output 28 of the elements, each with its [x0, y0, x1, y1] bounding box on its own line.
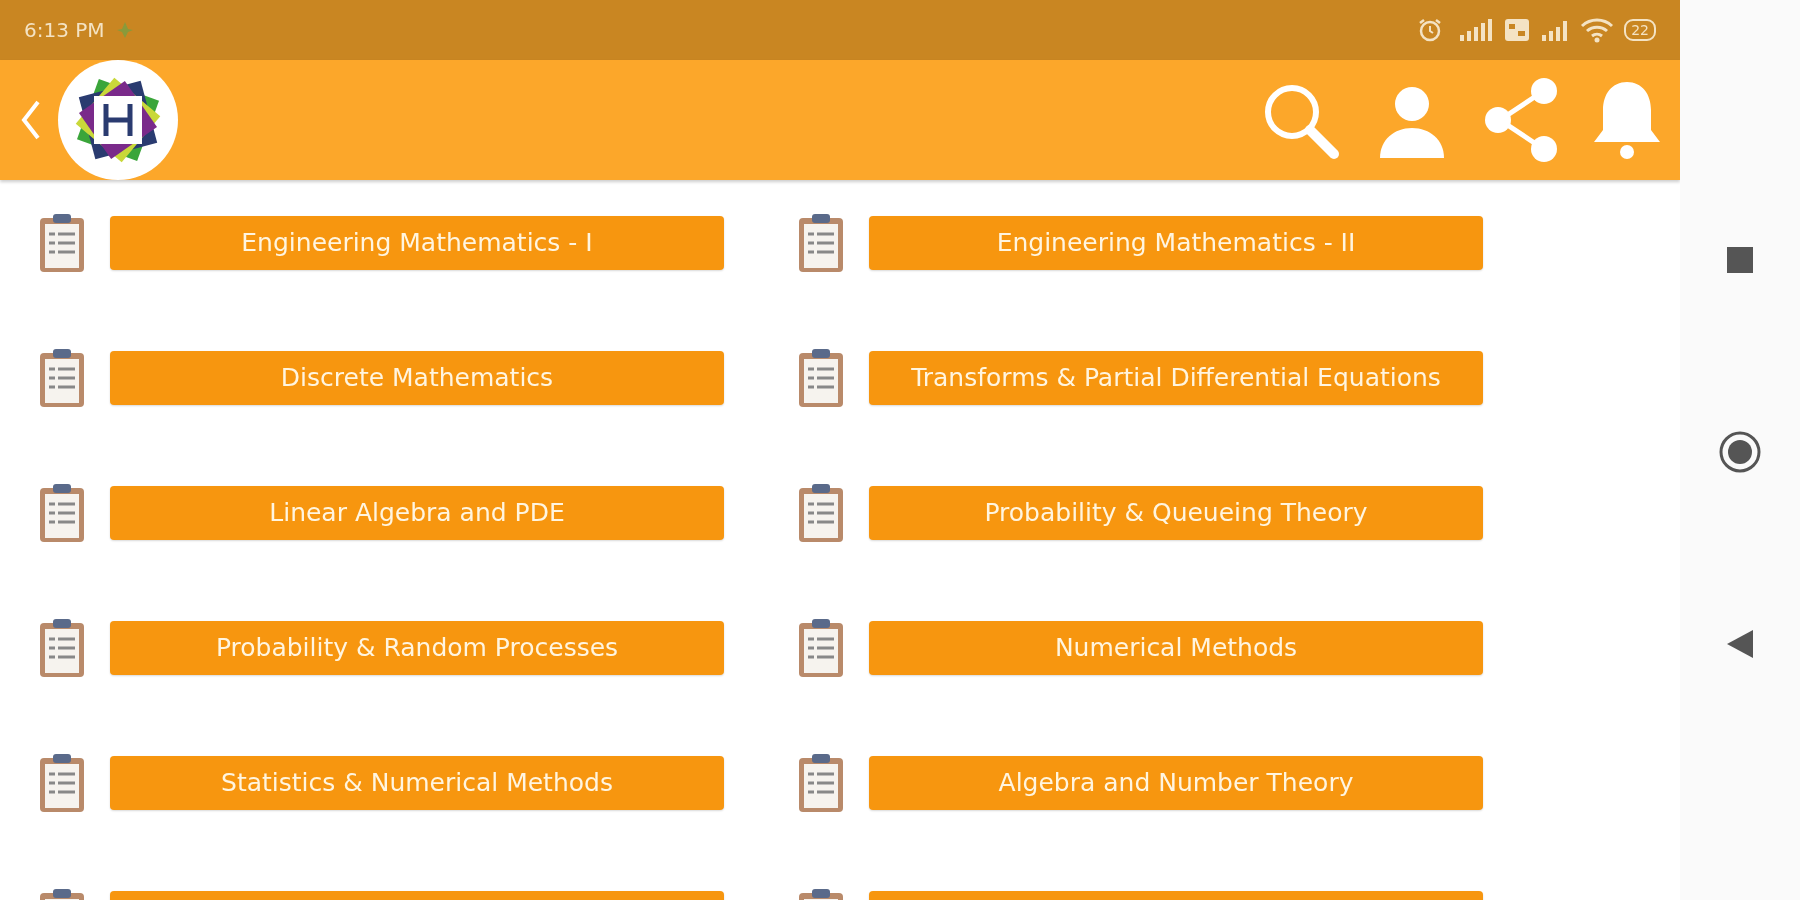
clipboard-icon — [797, 212, 845, 274]
clipboard-icon — [38, 752, 86, 814]
subject-button[interactable]: Linear Algebra and PDE — [110, 486, 724, 540]
clipboard-icon — [797, 482, 845, 544]
sim-icon — [1504, 18, 1531, 42]
subject-button[interactable]: Algebra and Number Theory — [869, 756, 1483, 810]
clipboard-icon — [38, 617, 86, 679]
clipboard-icon — [38, 482, 86, 544]
battery-level: 22 — [1624, 19, 1656, 41]
subject-button[interactable]: Probability & Random Processes — [110, 621, 724, 675]
recents-icon[interactable] — [1725, 245, 1755, 275]
wifi-icon — [1580, 17, 1615, 43]
subject-button[interactable]: Engineering Mathematics - I — [110, 216, 724, 270]
subject-button[interactable]: Probability & Queueing Theory — [869, 486, 1483, 540]
app-logo[interactable] — [56, 58, 180, 182]
subject-button[interactable]: Numerical Methods — [869, 621, 1483, 675]
clipboard-icon — [38, 347, 86, 409]
status-time: 6:13 PM — [24, 17, 105, 44]
subject-button[interactable]: Discrete Mathematics — [110, 351, 724, 405]
home-icon[interactable] — [1718, 429, 1762, 474]
subject-button[interactable]: Transforms & Partial Differential Equations — [869, 351, 1483, 405]
clipboard-icon — [38, 212, 86, 274]
subject-button[interactable]: Engineering Mathematics - II — [869, 216, 1483, 270]
clipboard-icon — [797, 617, 845, 679]
clipboard-icon — [797, 752, 845, 814]
subject-button[interactable]: Statistics & Numerical Methods — [110, 756, 724, 810]
back-icon[interactable] — [1725, 628, 1755, 660]
clipboard-icon — [797, 347, 845, 409]
